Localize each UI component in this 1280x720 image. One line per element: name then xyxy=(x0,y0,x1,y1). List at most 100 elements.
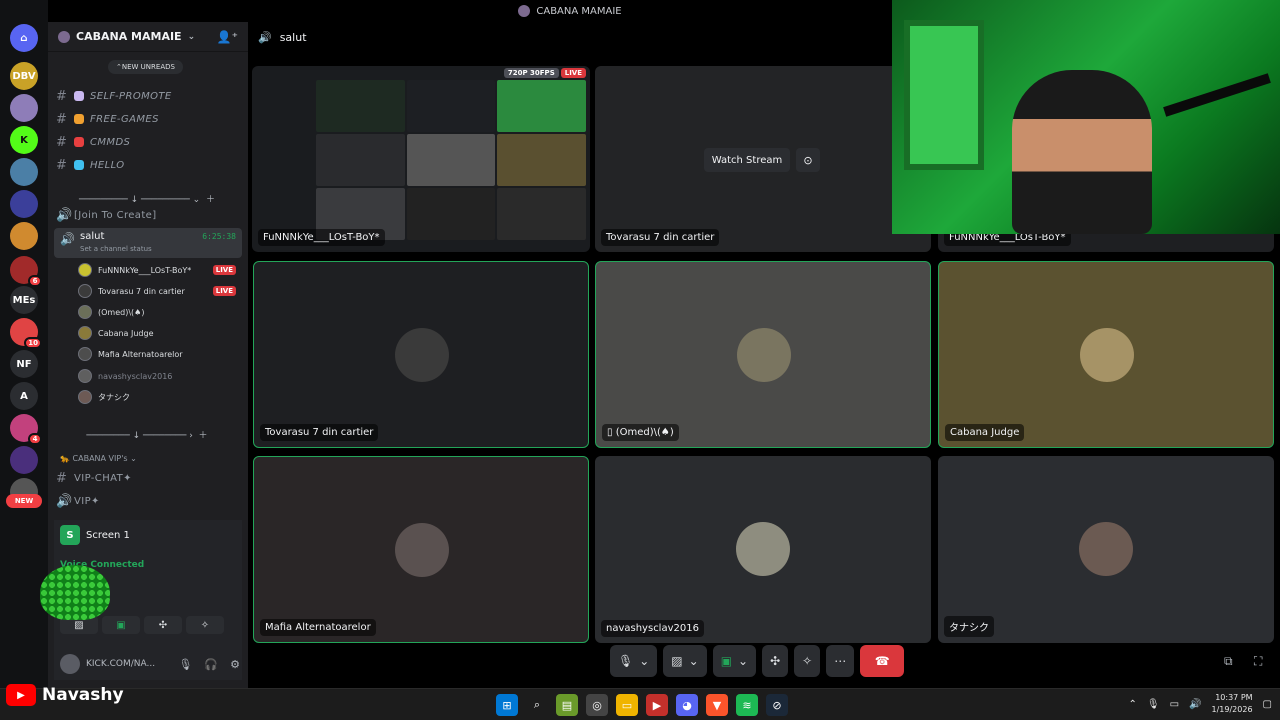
screen-share-button[interactable]: ▣ ⌄ xyxy=(712,645,757,677)
soundboard-button[interactable]: ✧ xyxy=(794,645,821,677)
mic-button[interactable]: 🎙 ⌄ xyxy=(610,645,658,677)
channel-self-promote[interactable]: # SELF-PROMOTE xyxy=(56,86,240,106)
participant-tile[interactable]: Tovarasu 7 din cartier xyxy=(253,261,589,448)
camera-button[interactable]: ▨ ⌄ xyxy=(663,645,707,677)
mic-icon[interactable]: 🎙 xyxy=(1147,699,1160,710)
volume-icon[interactable]: 🔊 xyxy=(1189,699,1201,710)
watch-stream-button[interactable]: Watch Stream xyxy=(704,148,790,172)
server-drop-icon[interactable] xyxy=(10,190,38,218)
guild-header[interactable]: CABANA MAMAIE ⌄ 👤⁺ xyxy=(48,22,248,52)
share-screen-button[interactable]: ▣ xyxy=(102,616,140,634)
chevron-down-icon: ⌄ xyxy=(639,654,650,668)
voice-member[interactable]: Tovarasu 7 din cartier LIVE xyxy=(78,281,240,301)
voice-member[interactable]: タナシク xyxy=(78,387,240,407)
invite-icon[interactable]: 👤⁺ xyxy=(217,30,238,44)
gift-icon xyxy=(74,114,84,124)
channel-cmmds[interactable]: # CMMDS xyxy=(56,132,240,152)
channel-vip-chat[interactable]: # VIP-CHAT✦ xyxy=(56,468,240,488)
new-badge[interactable]: NEW xyxy=(6,494,42,508)
voice-member[interactable]: (Omed)\(♠) xyxy=(78,302,240,322)
disconnect-button[interactable]: ☎ xyxy=(860,645,905,677)
voice-member[interactable]: navashysclav2016 xyxy=(78,366,240,386)
server-dbv-icon[interactable]: DBV xyxy=(10,62,38,90)
chrome-icon[interactable]: ◎ xyxy=(586,694,608,716)
server-nf-icon[interactable]: NF xyxy=(10,350,38,378)
server-a-icon[interactable]: A xyxy=(10,382,38,410)
server-char-icon[interactable] xyxy=(10,222,38,250)
headphones-icon[interactable]: 🎧 xyxy=(204,658,218,671)
streamer-figure xyxy=(1012,70,1152,234)
gear-icon[interactable]: ⚙ xyxy=(230,658,240,671)
participant-tile[interactable]: タナシク xyxy=(938,456,1274,643)
participant-tile[interactable]: navashysclav2016 xyxy=(595,456,931,643)
soundboard-button[interactable]: ✧ xyxy=(186,616,224,634)
voice-channel-salut[interactable]: 🔊 salut 6:25:38 Set a channel status xyxy=(54,228,242,258)
fullscreen-icon[interactable]: ⛶ xyxy=(1254,654,1262,669)
new-unreads-pill[interactable]: ⌃ NEW UNREADS xyxy=(108,60,183,74)
avatar xyxy=(78,284,92,298)
participant-tile[interactable]: Mafia Alternatoarelor xyxy=(253,456,589,643)
more-button[interactable]: ⋯ xyxy=(826,645,855,677)
avatar xyxy=(78,347,92,361)
webcam-mic-arm xyxy=(1163,73,1271,117)
discord-home-icon[interactable]: ⌂ xyxy=(10,24,38,52)
chevron-down-icon: ⌄ xyxy=(688,654,699,668)
steam-icon[interactable]: ⊘ xyxy=(766,694,788,716)
participant-tile[interactable]: Cabana Judge xyxy=(938,261,1274,448)
server-mes-icon[interactable]: MEs xyxy=(10,286,38,314)
discord-icon[interactable]: ◕ xyxy=(676,694,698,716)
more-icon: ⋯ xyxy=(834,654,847,668)
avatar xyxy=(78,369,92,383)
mention-badge: 10 xyxy=(24,337,42,349)
server-pink-icon[interactable]: 4 xyxy=(10,414,42,445)
notifications-icon[interactable]: ▢ xyxy=(1263,699,1272,710)
spotify-icon[interactable]: ≋ xyxy=(736,694,758,716)
chevron-up-icon[interactable]: ⌃ xyxy=(1129,699,1137,710)
server-cs-icon[interactable]: 10 xyxy=(10,318,42,349)
channel-free-games[interactable]: # FREE-GAMES xyxy=(56,109,240,129)
mic-icon: 🎙 xyxy=(618,654,634,668)
title-bar: CABANA MAMAIE xyxy=(248,0,892,22)
activities-button[interactable]: ✣ xyxy=(762,645,789,677)
avatar xyxy=(395,328,449,382)
avatar xyxy=(395,523,449,577)
voice-member[interactable]: Cabana Judge xyxy=(78,323,240,343)
channel-status[interactable]: Set a channel status xyxy=(80,245,152,253)
avatar xyxy=(736,522,790,576)
clock[interactable]: 10:37 PM 1/19/2026 xyxy=(1212,692,1253,716)
screen-share-row[interactable]: S Screen 1 xyxy=(60,525,130,545)
live-badge: LIVE xyxy=(212,286,236,296)
voice-member[interactable]: FuNNNkYe___LOsT-BoY* LIVE xyxy=(78,260,240,280)
channel-vip[interactable]: 🔊 VIP✦ xyxy=(56,491,240,511)
avatar xyxy=(78,305,92,319)
mic-icon[interactable]: 🎙 xyxy=(178,658,192,671)
app-icon[interactable]: ▤ xyxy=(556,694,578,716)
server-purple-icon[interactable] xyxy=(10,446,38,474)
server-red-icon[interactable]: 6 xyxy=(10,256,42,287)
server-kick-icon[interactable]: K xyxy=(10,126,38,154)
channel-join-to-create[interactable]: 🔊 [Join To Create] xyxy=(56,205,240,225)
emoji-icon xyxy=(74,137,84,147)
search-icon[interactable]: ⌕ xyxy=(526,694,548,716)
stream-tile[interactable]: 720P 30FPS LIVE FuNNNkYe___LOsT-BoY* xyxy=(252,66,590,252)
server-anime-icon[interactable] xyxy=(10,94,38,122)
folder-icon[interactable]: ▭ xyxy=(616,694,638,716)
stream-preview-icon[interactable]: ⊙ xyxy=(796,148,820,172)
decoration-overlay xyxy=(40,565,110,620)
media-icon[interactable]: ▶ xyxy=(646,694,668,716)
participant-tile[interactable]: ▯ (Omed)\(♠) xyxy=(595,261,931,448)
network-icon[interactable]: ▭ xyxy=(1170,699,1179,710)
category-vip[interactable]: 🐆 CABANA VIP's ⌄ xyxy=(60,454,137,463)
channel-hello[interactable]: # HELLO xyxy=(56,155,240,175)
speaker-icon: 🔊 xyxy=(56,493,73,509)
activities-button[interactable]: ✣ xyxy=(144,616,182,634)
server-globe-icon[interactable] xyxy=(10,158,38,186)
cube-icon xyxy=(74,160,84,170)
start-icon[interactable]: ⊞ xyxy=(496,694,518,716)
popout-icon[interactable]: ⧉ xyxy=(1224,654,1233,669)
live-badge: LIVE xyxy=(212,265,236,275)
chevron-down-icon: ⌄ xyxy=(738,654,749,668)
brave-icon[interactable]: ▼ xyxy=(706,694,728,716)
voice-member[interactable]: Mafia Alternatoarelor xyxy=(78,344,240,364)
avatar[interactable] xyxy=(60,654,80,674)
